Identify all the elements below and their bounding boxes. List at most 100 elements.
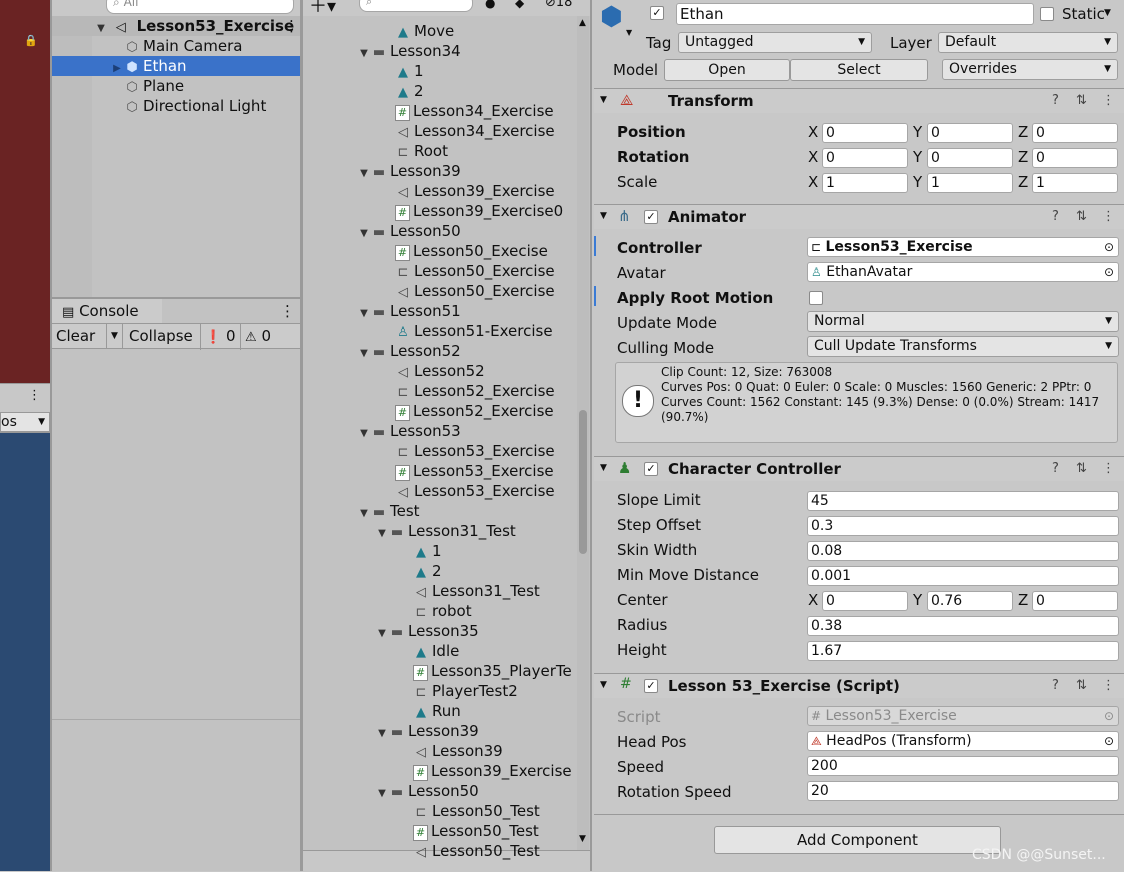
axis-x-label[interactable]: X <box>808 172 818 192</box>
head-pos-field[interactable]: ⟁ HeadPos (Transform) ⊙ <box>807 731 1119 751</box>
rotation-z-field[interactable]: 0 <box>1032 148 1118 168</box>
project-folder[interactable]: ▼ ▬ Lesson52 <box>359 341 461 361</box>
project-folder[interactable]: ▼ ▬ Lesson50 <box>359 221 461 241</box>
project-asset[interactable]: ◁ Lesson50_Test <box>395 841 540 861</box>
project-asset[interactable]: ◁ Lesson39_Exercise <box>377 181 555 201</box>
center-z-field[interactable]: 0 <box>1032 591 1118 611</box>
game-view[interactable] <box>0 433 50 871</box>
chevron-down-icon[interactable]: ▼ <box>357 424 371 444</box>
min-move-distance-field[interactable]: 0.001 <box>807 566 1119 586</box>
scroll-thumb[interactable] <box>579 410 587 554</box>
project-asset[interactable]: ▲ 1 <box>377 61 424 81</box>
axis-z-label[interactable]: Z <box>1018 147 1028 167</box>
more-icon[interactable]: ⋮ <box>1102 209 1115 224</box>
project-search-field[interactable]: ⌕ <box>359 0 473 12</box>
foldout-icon[interactable]: ▼ <box>600 95 607 105</box>
tag-dropdown[interactable]: Untagged ▼ <box>678 32 872 53</box>
scale-x-field[interactable]: 1 <box>822 173 908 193</box>
chevron-down-icon[interactable]: ▼ <box>357 304 371 324</box>
project-folder[interactable]: ▼ ▬ Lesson34 <box>359 41 461 61</box>
height-field[interactable]: 1.67 <box>807 641 1119 661</box>
scale-z-field[interactable]: 1 <box>1032 173 1118 193</box>
project-folder[interactable]: ▼ ▬ Lesson31_Test <box>377 521 516 541</box>
radius-field[interactable]: 0.38 <box>807 616 1119 636</box>
rotation-y-field[interactable]: 0 <box>927 148 1013 168</box>
add-asset-button[interactable]: ＋▾ <box>309 0 336 18</box>
chevron-down-icon[interactable]: ▼ <box>375 524 389 544</box>
project-asset[interactable]: ⊏ robot <box>395 601 472 621</box>
transform-header[interactable]: ▼ ⟁ Transform ? ⇅ ⋮ <box>594 88 1124 113</box>
add-component-button[interactable]: Add Component <box>714 826 1001 854</box>
axis-z-label[interactable]: Z <box>1018 590 1028 610</box>
project-asset[interactable]: # Lesson39_Exercise <box>395 761 572 781</box>
axis-x-label[interactable]: X <box>808 590 818 610</box>
axis-z-label[interactable]: Z <box>1018 122 1028 142</box>
project-asset[interactable]: ◁ Lesson52 <box>377 361 485 381</box>
axis-z-label[interactable]: Z <box>1018 172 1028 192</box>
presets-icon[interactable]: ⇅ <box>1076 93 1087 108</box>
static-dropdown-icon[interactable]: ▼ <box>1104 8 1111 18</box>
hierarchy-item[interactable]: ⬡ Directional Light <box>52 96 300 116</box>
project-asset[interactable]: ⊏ PlayerTest2 <box>395 681 518 701</box>
project-asset[interactable]: # Lesson35_PlayerTe <box>395 661 572 681</box>
presets-icon[interactable]: ⇅ <box>1076 209 1087 224</box>
project-folder[interactable]: ▼ ▬ Lesson39 <box>377 721 479 741</box>
project-asset[interactable]: # Lesson52_Exercise <box>377 401 554 421</box>
project-asset[interactable]: ⊏ Lesson50_Exercise <box>377 261 555 281</box>
overrides-dropdown[interactable]: Overrides ▼ <box>942 59 1118 80</box>
more-icon[interactable]: ⋮ <box>280 302 295 320</box>
chevron-down-icon[interactable]: ▼ <box>357 164 371 184</box>
project-asset[interactable]: ◁ Lesson39 <box>395 741 503 761</box>
foldout-icon[interactable]: ▼ <box>600 680 607 690</box>
project-folder[interactable]: ▼ ▬ Lesson51 <box>359 301 461 321</box>
hidden-packages-button[interactable]: ⊘18 <box>545 0 572 10</box>
object-picker-icon[interactable]: ⊙ <box>1104 238 1114 256</box>
apply-root-motion-checkbox[interactable] <box>809 291 823 305</box>
open-button[interactable]: Open <box>664 59 790 81</box>
more-icon[interactable]: ⋮ <box>1102 678 1115 693</box>
scale-y-field[interactable]: 1 <box>927 173 1013 193</box>
position-x-field[interactable]: 0 <box>822 123 908 143</box>
axis-y-label[interactable]: Y <box>913 590 922 610</box>
project-folder[interactable]: ▼ ▬ Lesson50 <box>377 781 479 801</box>
scene-view[interactable] <box>0 0 50 383</box>
project-asset[interactable]: # Lesson34_Exercise <box>377 101 554 121</box>
help-icon[interactable]: ? <box>1052 461 1059 476</box>
warning-filter-button[interactable]: ⚠ 0 <box>240 324 271 350</box>
more-icon[interactable]: ⋮ <box>284 16 299 36</box>
chevron-down-icon[interactable]: ▼ <box>357 44 371 64</box>
object-picker-icon[interactable]: ⊙ <box>1104 732 1114 750</box>
axis-y-label[interactable]: Y <box>913 122 922 142</box>
chevron-down-icon[interactable]: ▼ <box>375 784 389 804</box>
chevron-down-icon[interactable]: ▼ <box>357 224 371 244</box>
slope-limit-field[interactable]: 45 <box>807 491 1119 511</box>
clear-options-icon[interactable]: ▼ <box>106 324 118 348</box>
project-folder[interactable]: ▼ ▬ Lesson35 <box>377 621 479 641</box>
object-picker-icon[interactable]: ⊙ <box>1104 263 1114 281</box>
presets-icon[interactable]: ⇅ <box>1076 461 1087 476</box>
update-mode-dropdown[interactable]: Normal ▼ <box>807 311 1119 332</box>
more-icon[interactable]: ⋮ <box>28 388 41 403</box>
axis-y-label[interactable]: Y <box>913 147 922 167</box>
project-asset[interactable]: ◁ Lesson34_Exercise <box>377 121 555 141</box>
console-tab[interactable]: ▤ Console <box>52 299 162 323</box>
script-component-header[interactable]: ▼ # ✓ Lesson 53_Exercise (Script) ? ⇅ ⋮ <box>594 673 1124 698</box>
rotation-x-field[interactable]: 0 <box>822 148 908 168</box>
center-x-field[interactable]: 0 <box>822 591 908 611</box>
chevron-down-icon[interactable]: ▼ <box>375 724 389 744</box>
hierarchy-item[interactable]: ⬡ Plane <box>52 76 300 96</box>
collapse-button[interactable]: Collapse <box>122 324 197 348</box>
info-filter-button[interactable]: ❗ 0 <box>200 324 236 350</box>
help-icon[interactable]: ? <box>1052 678 1059 693</box>
project-asset[interactable]: ⊏ Lesson53_Exercise <box>377 441 555 461</box>
project-scrollbar[interactable]: ▲ ▼ <box>577 16 589 850</box>
project-asset[interactable]: # Lesson53_Exercise <box>377 461 554 481</box>
project-asset[interactable]: ⊏ Lesson52_Exercise <box>377 381 555 401</box>
help-icon[interactable]: ? <box>1052 209 1059 224</box>
scroll-up-icon[interactable]: ▲ <box>579 18 586 28</box>
project-folder[interactable]: ▼ ▬ Lesson53 <box>359 421 461 441</box>
rotation-speed-field[interactable]: 20 <box>807 781 1119 801</box>
foldout-icon[interactable]: ▼ <box>600 211 607 221</box>
position-z-field[interactable]: 0 <box>1032 123 1118 143</box>
project-folder[interactable]: ▼ ▬ Lesson39 <box>359 161 461 181</box>
